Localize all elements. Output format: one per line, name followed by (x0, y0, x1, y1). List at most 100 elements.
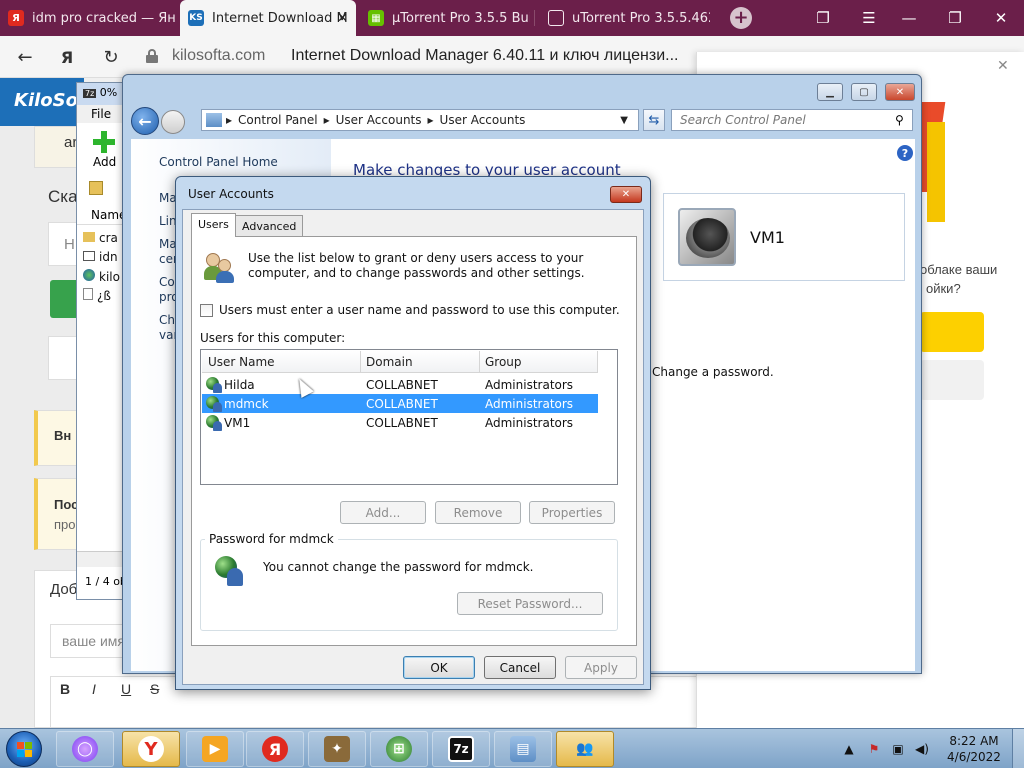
site-notice-title: Пос (54, 497, 79, 512)
refresh-icon[interactable]: ⇆ (643, 109, 665, 131)
close-icon[interactable]: ✕ (885, 83, 915, 101)
taskbar-yandex-2[interactable]: Я (246, 731, 304, 767)
table-row[interactable]: Hilda COLLABNET Administrators (202, 375, 598, 394)
tab-separator (534, 10, 535, 26)
user-name: VM1 (750, 228, 785, 247)
folder-icon (83, 232, 95, 242)
users-list[interactable]: User Name Domain Group Hilda COLLABNET A… (200, 349, 618, 485)
volume-icon[interactable]: ◀) (912, 729, 932, 768)
bookmarks-icon[interactable]: ❐ (800, 0, 846, 36)
maximize-icon[interactable]: ▢ (851, 83, 877, 101)
help-icon[interactable]: ? (897, 145, 913, 161)
close-window-icon[interactable]: ✕ (978, 0, 1024, 36)
table-row[interactable]: VM1 COLLABNET Administrators (202, 413, 598, 432)
sidebar-link[interactable]: Lin (159, 214, 177, 228)
7zip-file[interactable]: ¿ß (83, 288, 111, 303)
site-logo[interactable]: KiloSoft (0, 78, 84, 126)
column-separator[interactable] (479, 351, 480, 373)
taskbar-alice[interactable]: ◯ (56, 731, 114, 767)
minimize-icon[interactable]: — (886, 0, 932, 36)
table-row-selected[interactable]: mdmck COLLABNET Administrators (202, 394, 598, 413)
address-page-title[interactable]: Internet Download Manager 6.40.11 и ключ… (291, 47, 678, 65)
column-separator[interactable] (597, 351, 598, 373)
user-picture-icon[interactable] (678, 208, 736, 266)
control-panel-breadcrumb[interactable]: ▸ Control Panel ▸ User Accounts ▸ User A… (201, 109, 639, 131)
search-icon[interactable]: ⚲ (895, 113, 904, 127)
remove-user-button[interactable]: Remove (435, 501, 521, 524)
lock-icon (146, 49, 158, 63)
column-header-user-name[interactable]: User Name (208, 355, 275, 369)
properties-button[interactable]: Properties (529, 501, 615, 524)
close-panel-icon[interactable]: ✕ (997, 58, 1009, 74)
search-input[interactable]: Search Control Panel (671, 109, 913, 131)
back-arrow-icon[interactable]: ← (131, 107, 159, 135)
strike-button[interactable]: S (150, 681, 159, 697)
cancel-button[interactable]: Cancel (484, 656, 556, 679)
column-header-domain[interactable]: Domain (366, 355, 413, 369)
new-tab-button[interactable]: + (730, 7, 752, 29)
reset-password-button[interactable]: Reset Password... (457, 592, 603, 615)
forward-arrow-icon[interactable] (161, 110, 185, 134)
show-hidden-icons-icon[interactable]: ▲ (842, 729, 856, 768)
tab-advanced[interactable]: Advanced (235, 215, 304, 237)
restore-icon[interactable]: ❐ (932, 0, 978, 36)
system-clock[interactable]: 8:22 AM 4/6/2022 (944, 733, 1004, 765)
start-button[interactable] (6, 731, 42, 767)
7zip-file[interactable]: cra (83, 231, 118, 245)
browser-tab-1[interactable]: Я idm pro cracked — Ян (0, 0, 178, 36)
7zip-file-name: idn (99, 250, 118, 264)
side-panel-secondary-button[interactable] (920, 360, 984, 400)
taskbar-yandex[interactable]: Y (122, 731, 180, 767)
minimize-icon[interactable]: ▁ (817, 83, 843, 101)
taskbar-7zip[interactable]: 7z (432, 731, 490, 767)
up-folder-icon[interactable] (89, 181, 103, 195)
browser-tab-2[interactable]: KS Internet Download M ✕ (180, 0, 356, 36)
yandex-icon: Я (8, 10, 24, 26)
breadcrumb-item[interactable]: User Accounts (336, 113, 422, 127)
add-user-button[interactable]: Add... (340, 501, 426, 524)
reload-icon[interactable]: ↻ (98, 45, 124, 69)
users-tab-panel: Use the list below to grant or deny user… (191, 236, 637, 646)
change-password-link[interactable]: Change a password. (652, 365, 774, 379)
browser-tab-3[interactable]: ▦ µTorrent Pro 3.5.5 Build (360, 0, 530, 36)
column-header-group[interactable]: Group (485, 355, 522, 369)
breadcrumb-item[interactable]: Control Panel (238, 113, 318, 127)
breadcrumb-item[interactable]: User Accounts (440, 113, 526, 127)
checkbox-icon[interactable] (200, 303, 213, 317)
address-domain[interactable]: kilosofta.com (172, 47, 265, 65)
site-heading: Ска (48, 187, 78, 206)
require-password-checkbox[interactable]: Users must enter a user name and passwor… (200, 303, 620, 317)
sidebar-link[interactable]: Co (159, 275, 175, 289)
italic-button[interactable]: I (92, 681, 96, 697)
domain-user-icon (215, 556, 247, 588)
sidebar-link[interactable]: Ch (159, 313, 175, 327)
taskbar-user-accounts[interactable]: 👥 (556, 731, 614, 767)
taskbar-media[interactable]: ▶ (186, 731, 244, 767)
7zip-file[interactable]: idn (83, 250, 118, 264)
chevron-right-icon: ▸ (226, 113, 233, 127)
show-desktop-button[interactable] (1012, 729, 1024, 768)
yandex-icon: Я (262, 736, 288, 762)
back-arrow-icon[interactable]: ← (12, 45, 38, 69)
ok-button[interactable]: OK (403, 656, 475, 679)
close-icon[interactable]: ✕ (610, 186, 642, 203)
taskbar-control-panel[interactable]: ▤ (494, 731, 552, 767)
taskbar-windows[interactable]: ⊞ (370, 731, 428, 767)
sidebar-link[interactable]: Control Panel Home (159, 155, 278, 169)
7zip-file[interactable]: kilo (83, 269, 120, 284)
column-separator[interactable] (360, 351, 361, 373)
side-panel-primary-button[interactable] (920, 312, 984, 352)
chevron-down-icon[interactable]: ▼ (620, 115, 628, 126)
taskbar-game[interactable]: ✦ (308, 731, 366, 767)
apply-button[interactable]: Apply (565, 656, 637, 679)
add-icon[interactable] (93, 131, 115, 153)
network-icon[interactable]: ▣ (888, 729, 908, 768)
close-tab-icon[interactable]: ✕ (337, 11, 348, 26)
tab-users[interactable]: Users (191, 213, 236, 237)
underline-button[interactable]: U (121, 681, 131, 697)
flag-icon[interactable]: ⚑ (864, 729, 884, 768)
bold-button[interactable]: B (60, 681, 70, 697)
browser-tab-4[interactable]: uTorrent Pro 3.5.5.4620 (540, 0, 710, 36)
site-green-button[interactable] (50, 280, 78, 318)
yandex-logo-icon[interactable]: Я (54, 45, 80, 69)
